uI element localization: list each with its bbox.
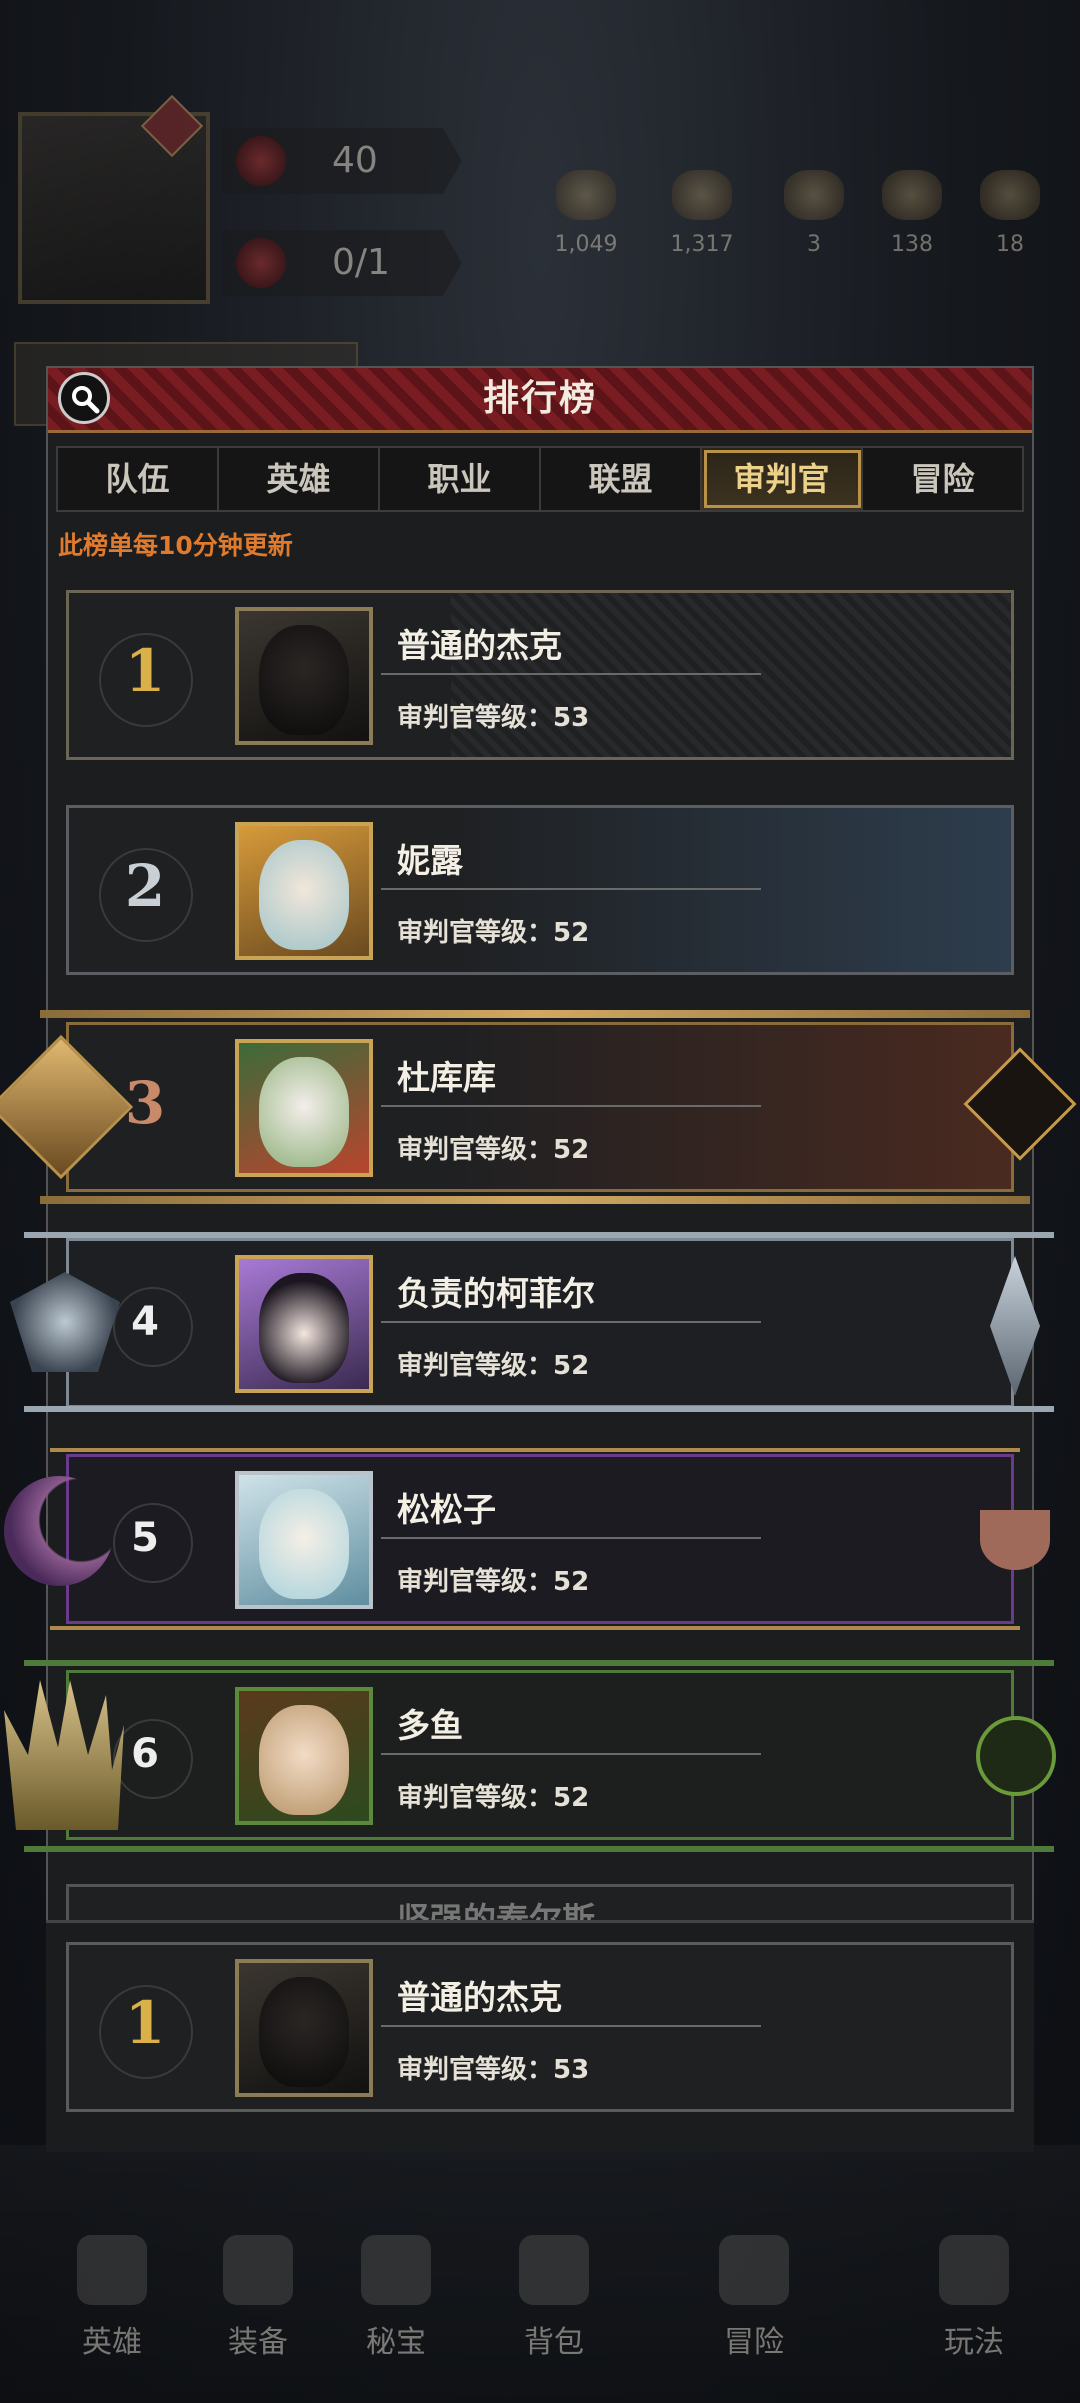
stamina-icon [236,136,286,186]
equipment-icon [223,2235,293,2305]
search-icon [72,386,100,414]
judge-level: 审判官等级：52 [397,918,590,948]
crossed-swords-icon [719,2235,789,2305]
resource-stone-icon [672,170,732,220]
player-name: 多鱼 [397,1706,463,1745]
resource-crystal-icon [980,170,1040,220]
tab-judge[interactable]: 审判官 [702,448,863,510]
nav-adventure[interactable]: 冒险 [694,2235,814,2361]
resource-value: 138 [891,232,933,257]
crown-emblem-icon [976,1716,1056,1796]
tab-heroes[interactable]: 英雄 [219,448,380,510]
nav-gameplay[interactable]: 玩法 [914,2235,1034,2361]
nav-bag[interactable]: 背包 [494,2235,614,2361]
rank-number: 1 [124,1989,166,2057]
avatar [235,1687,373,1825]
rank-number: 1 [124,637,166,705]
list-item[interactable]: 3 杜库库 审判官等级：52 [66,1022,1014,1192]
list-item[interactable]: 1 普通的杰克 审判官等级：53 [66,590,1014,760]
tab-adventure[interactable]: 冒险 [863,448,1022,510]
tab-team[interactable]: 队伍 [58,448,219,510]
my-rank-row[interactable]: 1 普通的杰克 审判官等级：53 [66,1942,1014,2112]
hud-stat-stamina: 40 [222,128,462,194]
panel-header: 排行榜 [48,368,1032,433]
list-item[interactable]: 5 松松子 审判官等级：52 [66,1454,1014,1624]
tab-alliance[interactable]: 联盟 [541,448,702,510]
resource-value: 3 [807,232,821,257]
gold-frame-bottom [50,1626,1020,1630]
judge-level: 审判官等级：52 [397,1783,590,1813]
nav-treasure[interactable]: 秘宝 [336,2235,456,2361]
bag-icon [519,2235,589,2305]
avatar [235,1471,373,1609]
avatar [235,1039,373,1177]
gate-icon [939,2235,1009,2305]
panel-title: 排行榜 [482,378,597,419]
avatar [235,1255,373,1393]
resource-ore-icon [556,170,616,220]
silver-frame-bottom [24,1406,1054,1412]
list-item[interactable]: 4 负责的柯菲尔 审判官等级：52 [66,1238,1014,1408]
judge-level: 审判官等级：52 [397,1351,590,1381]
ticket-icon [236,238,286,288]
judge-level: 审判官等级：53 [397,2055,590,2085]
nav-heroes[interactable]: 英雄 [52,2235,172,2361]
rank-number: 2 [124,852,166,920]
hud-stat-value: 40 [332,140,378,181]
heroes-icon [77,2235,147,2305]
avatar [235,1959,373,2097]
resource-gem-icon [784,170,844,220]
player-name: 普通的杰克 [397,626,562,665]
crescent-moon-icon [4,1476,114,1586]
bronze-frame-top [40,1010,1030,1018]
player-name: 杜库库 [397,1058,496,1097]
list-item[interactable]: 2 妮露 审判官等级：52 [66,805,1014,975]
bronze-frame-bottom [40,1196,1030,1204]
gold-frame-top [50,1448,1020,1452]
leaderboard-tabs: 队伍 英雄 职业 联盟 审判官 冒险 [56,446,1024,512]
avatar [235,607,373,745]
search-button[interactable] [58,372,110,424]
green-frame-bottom [24,1846,1054,1852]
player-name: 松松子 [397,1490,496,1529]
judge-level: 审判官等级：52 [397,1135,590,1165]
treasure-icon [361,2235,431,2305]
green-frame-top [24,1660,1054,1666]
list-item[interactable]: 6 多鱼 审判官等级：52 [66,1670,1014,1840]
tab-class[interactable]: 职业 [380,448,541,510]
resource-value: 18 [996,232,1024,257]
resource-value: 1,049 [554,232,618,257]
resource-gold-icon [882,170,942,220]
player-name: 妮露 [397,841,463,880]
judge-level: 审判官等级：52 [397,1567,590,1597]
moon-ornament-icon [980,1510,1050,1570]
player-name: 负责的柯菲尔 [397,1274,595,1313]
avatar [235,822,373,960]
rank-number: 5 [131,1515,159,1561]
player-name: 普通的杰克 [397,1978,562,2017]
resource-value: 1,317 [670,232,734,257]
hud-stat-value: 0/1 [332,242,390,283]
nav-equipment[interactable]: 装备 [198,2235,318,2361]
hud-stat-tickets: 0/1 [222,230,462,296]
judge-level: 审判官等级：53 [397,703,590,733]
refresh-notice: 此榜单每10分钟更新 [58,531,293,560]
